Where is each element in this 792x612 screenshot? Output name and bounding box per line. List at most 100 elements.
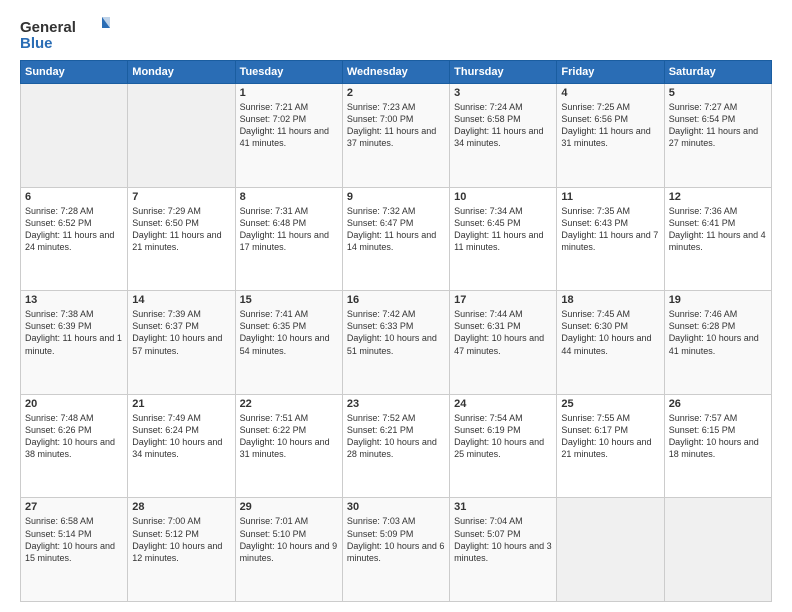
calendar-cell: 23 Sunrise: 7:52 AM Sunset: 6:21 PM Dayli… xyxy=(342,394,449,498)
day-info: Sunrise: 7:23 AM Sunset: 7:00 PM Dayligh… xyxy=(347,101,445,150)
day-info: Sunrise: 7:36 AM Sunset: 6:41 PM Dayligh… xyxy=(669,205,767,254)
day-number: 4 xyxy=(561,87,659,99)
calendar-cell xyxy=(21,84,128,188)
calendar-cell: 31 Sunrise: 7:04 AM Sunset: 5:07 PM Dayli… xyxy=(450,498,557,602)
day-info: Sunrise: 7:25 AM Sunset: 6:56 PM Dayligh… xyxy=(561,101,659,150)
header: General Blue xyxy=(20,16,772,54)
calendar-cell: 4 Sunrise: 7:25 AM Sunset: 6:56 PM Daylig… xyxy=(557,84,664,188)
day-number: 9 xyxy=(347,191,445,203)
day-info: Sunrise: 7:45 AM Sunset: 6:30 PM Dayligh… xyxy=(561,308,659,357)
calendar-cell: 12 Sunrise: 7:36 AM Sunset: 6:41 PM Dayli… xyxy=(664,187,771,291)
logo: General Blue xyxy=(20,16,110,54)
day-info: Sunrise: 7:34 AM Sunset: 6:45 PM Dayligh… xyxy=(454,205,552,254)
day-info: Sunrise: 7:03 AM Sunset: 5:09 PM Dayligh… xyxy=(347,515,445,564)
day-info: Sunrise: 7:57 AM Sunset: 6:15 PM Dayligh… xyxy=(669,412,767,461)
day-info: Sunrise: 6:58 AM Sunset: 5:14 PM Dayligh… xyxy=(25,515,123,564)
day-number: 27 xyxy=(25,501,123,513)
day-info: Sunrise: 7:41 AM Sunset: 6:35 PM Dayligh… xyxy=(240,308,338,357)
day-info: Sunrise: 7:51 AM Sunset: 6:22 PM Dayligh… xyxy=(240,412,338,461)
weekday-header-row: SundayMondayTuesdayWednesdayThursdayFrid… xyxy=(21,61,772,84)
calendar-cell: 1 Sunrise: 7:21 AM Sunset: 7:02 PM Daylig… xyxy=(235,84,342,188)
day-number: 3 xyxy=(454,87,552,99)
weekday-header-monday: Monday xyxy=(128,61,235,84)
day-number: 20 xyxy=(25,398,123,410)
day-info: Sunrise: 7:31 AM Sunset: 6:48 PM Dayligh… xyxy=(240,205,338,254)
calendar-cell: 13Sunrise: 7:38 AM Sunset: 6:39 PM Dayli… xyxy=(21,291,128,395)
day-info: Sunrise: 7:01 AM Sunset: 5:10 PM Dayligh… xyxy=(240,515,338,564)
calendar-cell: 7 Sunrise: 7:29 AM Sunset: 6:50 PM Daylig… xyxy=(128,187,235,291)
day-number: 10 xyxy=(454,191,552,203)
weekday-header-tuesday: Tuesday xyxy=(235,61,342,84)
weekday-header-thursday: Thursday xyxy=(450,61,557,84)
day-info: Sunrise: 7:39 AM Sunset: 6:37 PM Dayligh… xyxy=(132,308,230,357)
day-number: 1 xyxy=(240,87,338,99)
calendar-week-row: 1 Sunrise: 7:21 AM Sunset: 7:02 PM Daylig… xyxy=(21,84,772,188)
calendar-cell: 26 Sunrise: 7:57 AM Sunset: 6:15 PM Dayli… xyxy=(664,394,771,498)
calendar-cell: 15 Sunrise: 7:41 AM Sunset: 6:35 PM Dayli… xyxy=(235,291,342,395)
day-info: Sunrise: 7:42 AM Sunset: 6:33 PM Dayligh… xyxy=(347,308,445,357)
weekday-header-saturday: Saturday xyxy=(664,61,771,84)
calendar-cell: 5Sunrise: 7:27 AM Sunset: 6:54 PM Daylig… xyxy=(664,84,771,188)
day-info: Sunrise: 7:54 AM Sunset: 6:19 PM Dayligh… xyxy=(454,412,552,461)
calendar-cell: 16Sunrise: 7:42 AM Sunset: 6:33 PM Dayli… xyxy=(342,291,449,395)
weekday-header-wednesday: Wednesday xyxy=(342,61,449,84)
calendar-cell: 21Sunrise: 7:49 AM Sunset: 6:24 PM Dayli… xyxy=(128,394,235,498)
calendar-cell xyxy=(664,498,771,602)
day-info: Sunrise: 7:29 AM Sunset: 6:50 PM Dayligh… xyxy=(132,205,230,254)
calendar-cell xyxy=(557,498,664,602)
day-number: 11 xyxy=(561,191,659,203)
calendar-cell: 10 Sunrise: 7:34 AM Sunset: 6:45 PM Dayli… xyxy=(450,187,557,291)
day-info: Sunrise: 7:44 AM Sunset: 6:31 PM Dayligh… xyxy=(454,308,552,357)
calendar-cell: 14 Sunrise: 7:39 AM Sunset: 6:37 PM Dayli… xyxy=(128,291,235,395)
day-number: 31 xyxy=(454,501,552,513)
calendar-week-row: 6Sunrise: 7:28 AM Sunset: 6:52 PM Daylig… xyxy=(21,187,772,291)
day-info: Sunrise: 7:21 AM Sunset: 7:02 PM Dayligh… xyxy=(240,101,338,150)
calendar-cell: 9 Sunrise: 7:32 AM Sunset: 6:47 PM Daylig… xyxy=(342,187,449,291)
calendar-table: SundayMondayTuesdayWednesdayThursdayFrid… xyxy=(20,60,772,602)
calendar-cell: 27 Sunrise: 6:58 AM Sunset: 5:14 PM Dayli… xyxy=(21,498,128,602)
calendar-week-row: 27 Sunrise: 6:58 AM Sunset: 5:14 PM Dayli… xyxy=(21,498,772,602)
day-number: 6 xyxy=(25,191,123,203)
day-number: 2 xyxy=(347,87,445,99)
calendar-cell xyxy=(128,84,235,188)
day-number: 24 xyxy=(454,398,552,410)
calendar-cell: 28 Sunrise: 7:00 AM Sunset: 5:12 PM Dayli… xyxy=(128,498,235,602)
day-number: 17 xyxy=(454,294,552,306)
calendar-cell: 25Sunrise: 7:55 AM Sunset: 6:17 PM Dayli… xyxy=(557,394,664,498)
day-info: Sunrise: 7:04 AM Sunset: 5:07 PM Dayligh… xyxy=(454,515,552,564)
day-info: Sunrise: 7:48 AM Sunset: 6:26 PM Dayligh… xyxy=(25,412,123,461)
day-number: 21 xyxy=(132,398,230,410)
day-number: 14 xyxy=(132,294,230,306)
day-number: 15 xyxy=(240,294,338,306)
day-number: 8 xyxy=(240,191,338,203)
day-number: 22 xyxy=(240,398,338,410)
calendar-week-row: 13Sunrise: 7:38 AM Sunset: 6:39 PM Dayli… xyxy=(21,291,772,395)
day-number: 25 xyxy=(561,398,659,410)
day-number: 29 xyxy=(240,501,338,513)
day-info: Sunrise: 7:24 AM Sunset: 6:58 PM Dayligh… xyxy=(454,101,552,150)
calendar-cell: 6Sunrise: 7:28 AM Sunset: 6:52 PM Daylig… xyxy=(21,187,128,291)
calendar-cell: 29 Sunrise: 7:01 AM Sunset: 5:10 PM Dayli… xyxy=(235,498,342,602)
day-info: Sunrise: 7:52 AM Sunset: 6:21 PM Dayligh… xyxy=(347,412,445,461)
calendar-cell: 2 Sunrise: 7:23 AM Sunset: 7:00 PM Daylig… xyxy=(342,84,449,188)
day-number: 19 xyxy=(669,294,767,306)
day-number: 26 xyxy=(669,398,767,410)
day-number: 7 xyxy=(132,191,230,203)
page: General Blue SundayMondayTuesdayWednesda… xyxy=(0,0,792,612)
day-number: 18 xyxy=(561,294,659,306)
day-number: 30 xyxy=(347,501,445,513)
day-number: 12 xyxy=(669,191,767,203)
day-info: Sunrise: 7:32 AM Sunset: 6:47 PM Dayligh… xyxy=(347,205,445,254)
day-number: 23 xyxy=(347,398,445,410)
calendar-cell: 17 Sunrise: 7:44 AM Sunset: 6:31 PM Dayli… xyxy=(450,291,557,395)
day-info: Sunrise: 7:00 AM Sunset: 5:12 PM Dayligh… xyxy=(132,515,230,564)
calendar-cell: 11Sunrise: 7:35 AM Sunset: 6:43 PM Dayli… xyxy=(557,187,664,291)
calendar-cell: 20 Sunrise: 7:48 AM Sunset: 6:26 PM Dayli… xyxy=(21,394,128,498)
calendar-cell: 8 Sunrise: 7:31 AM Sunset: 6:48 PM Daylig… xyxy=(235,187,342,291)
calendar-cell: 30 Sunrise: 7:03 AM Sunset: 5:09 PM Dayli… xyxy=(342,498,449,602)
day-info: Sunrise: 7:38 AM Sunset: 6:39 PM Dayligh… xyxy=(25,308,123,357)
day-number: 28 xyxy=(132,501,230,513)
weekday-header-sunday: Sunday xyxy=(21,61,128,84)
calendar-cell: 24 Sunrise: 7:54 AM Sunset: 6:19 PM Dayli… xyxy=(450,394,557,498)
logo-icon: General Blue xyxy=(20,16,110,54)
